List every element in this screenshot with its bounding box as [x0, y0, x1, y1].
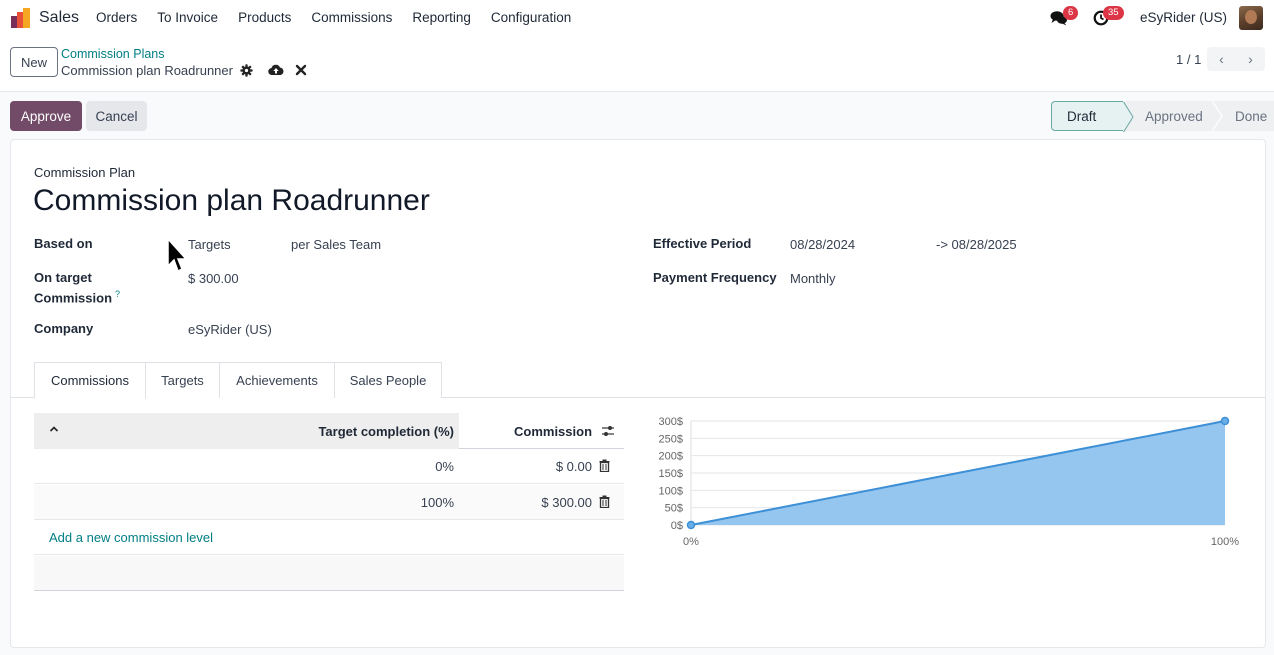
- company-field[interactable]: eSyRider (US): [188, 322, 272, 337]
- y-tick-label: 0$: [671, 520, 683, 532]
- status-bar: Approve Cancel Draft Approved Done: [0, 92, 1274, 138]
- on-target-label-line1: On target: [34, 270, 92, 285]
- menu-orders[interactable]: Orders: [96, 10, 137, 25]
- pager-buttons: ‹ ›: [1207, 47, 1265, 71]
- y-tick-label: 300$: [659, 416, 683, 428]
- save-cloud-icon[interactable]: [268, 63, 284, 77]
- approve-button[interactable]: Approve: [10, 101, 82, 131]
- add-commission-level-link[interactable]: Add a new commission level: [49, 530, 213, 545]
- data-point: [1220, 416, 1230, 426]
- empty-row: [34, 556, 624, 591]
- tab-commissions[interactable]: Commissions: [34, 362, 146, 399]
- delete-trash-icon[interactable]: [599, 459, 610, 472]
- y-tick-label: 200$: [659, 451, 683, 463]
- pager-previous-button[interactable]: ‹: [1207, 47, 1236, 71]
- user-avatar[interactable]: [1239, 6, 1263, 30]
- payment-frequency-label: Payment Frequency: [653, 270, 777, 285]
- stage-draft[interactable]: Draft: [1051, 101, 1134, 132]
- commission-cell[interactable]: $ 300.00: [541, 495, 592, 510]
- add-line-row: Add a new commission level: [34, 520, 624, 555]
- menu-reporting[interactable]: Reporting: [412, 10, 471, 25]
- breadcrumb-commission-plans[interactable]: Commission Plans: [61, 47, 165, 61]
- stage-arrow-icon: [1123, 102, 1134, 132]
- form-sheet: Commission Plan Commission plan Roadrunn…: [10, 139, 1266, 648]
- effective-period-label: Effective Period: [653, 236, 752, 251]
- discard-close-icon[interactable]: [295, 64, 307, 76]
- cancel-button[interactable]: Cancel: [86, 101, 147, 131]
- stage-arrow-icon: [1212, 101, 1223, 131]
- mouse-cursor-icon: [167, 238, 188, 273]
- effective-end-field[interactable]: -> 08/28/2025: [936, 237, 1017, 252]
- x-tick-label: 100%: [1211, 536, 1239, 548]
- gear-icon[interactable]: [240, 64, 253, 77]
- pager-next-button[interactable]: ›: [1236, 47, 1265, 71]
- stage-approved-label: Approved: [1145, 108, 1203, 124]
- tab-targets[interactable]: Targets: [145, 362, 220, 398]
- activities-badge: 35: [1103, 6, 1124, 20]
- stage-pipeline: Draft Approved Done: [1051, 101, 1274, 132]
- optional-columns-sliders-icon[interactable]: [601, 424, 615, 438]
- messages-badge: 6: [1063, 6, 1079, 20]
- breadcrumb-current: Commission plan Roadrunner: [61, 63, 233, 78]
- header-target-completion[interactable]: Target completion (%): [318, 424, 454, 439]
- commission-cell[interactable]: $ 0.00: [556, 459, 592, 474]
- x-tick-label: 0%: [683, 536, 699, 548]
- target-cell[interactable]: 100%: [421, 495, 454, 510]
- y-tick-label: 150$: [659, 468, 683, 480]
- payment-frequency-field[interactable]: Monthly: [790, 271, 836, 286]
- on-target-label-text: Commission: [34, 290, 113, 306]
- app-name[interactable]: Sales: [39, 9, 79, 27]
- y-tick-label: 250$: [659, 433, 683, 445]
- y-tick-label: 50$: [665, 503, 683, 515]
- menu-configuration[interactable]: Configuration: [491, 10, 571, 25]
- new-button[interactable]: New: [10, 47, 58, 77]
- y-tick-label: 100$: [659, 485, 683, 497]
- based-on-field[interactable]: Targets: [188, 237, 231, 252]
- header-commission[interactable]: Commission: [514, 424, 592, 439]
- sales-app-icon[interactable]: [10, 7, 32, 29]
- data-point: [686, 520, 696, 530]
- stage-done-label: Done: [1235, 108, 1268, 124]
- on-target-commission-field[interactable]: $ 300.00: [188, 271, 239, 286]
- based-on-scope-field[interactable]: per Sales Team: [291, 237, 381, 252]
- record-type-label: Commission Plan: [34, 165, 136, 180]
- plan-name-field[interactable]: Commission plan Roadrunner: [33, 184, 430, 218]
- table-header: Target completion (%) Commission: [34, 413, 624, 449]
- top-navbar: Sales Orders To Invoice Products Commiss…: [0, 0, 1274, 36]
- commission-area-chart: 0$ 50$ 100$ 150$ 200$ 250$ 300$ 0% 100%: [659, 416, 1240, 548]
- target-cell[interactable]: 0%: [435, 459, 454, 474]
- stage-draft-label: Draft: [1067, 108, 1097, 124]
- effective-start-field[interactable]: 08/28/2024: [790, 237, 855, 252]
- control-panel: New Commission Plans Commission plan Roa…: [0, 36, 1274, 92]
- stage-approved[interactable]: Approved: [1123, 101, 1223, 131]
- help-tooltip-icon[interactable]: ?: [115, 289, 120, 299]
- tab-achievements[interactable]: Achievements: [219, 362, 335, 398]
- delete-trash-icon[interactable]: [599, 495, 610, 508]
- notebook-tabs: Commissions Targets Achievements Sales P…: [11, 362, 1265, 399]
- menu-to-invoice[interactable]: To Invoice: [157, 10, 218, 25]
- table-row[interactable]: 100% $ 300.00: [34, 485, 624, 520]
- menu-commissions[interactable]: Commissions: [311, 10, 392, 25]
- company-label: Company: [34, 321, 94, 336]
- sort-chevron-up-icon[interactable]: [48, 423, 60, 435]
- based-on-label: Based on: [34, 236, 93, 251]
- menu-products[interactable]: Products: [238, 10, 291, 25]
- pager-value[interactable]: 1 / 1: [1176, 52, 1201, 67]
- tab-sales-people[interactable]: Sales People: [334, 362, 442, 398]
- company-switcher[interactable]: eSyRider (US): [1140, 10, 1227, 25]
- table-row[interactable]: 0% $ 0.00: [34, 449, 624, 484]
- main-menu: Orders To Invoice Products Commissions R…: [96, 10, 591, 25]
- on-target-label-line2: Commission?: [34, 289, 120, 305]
